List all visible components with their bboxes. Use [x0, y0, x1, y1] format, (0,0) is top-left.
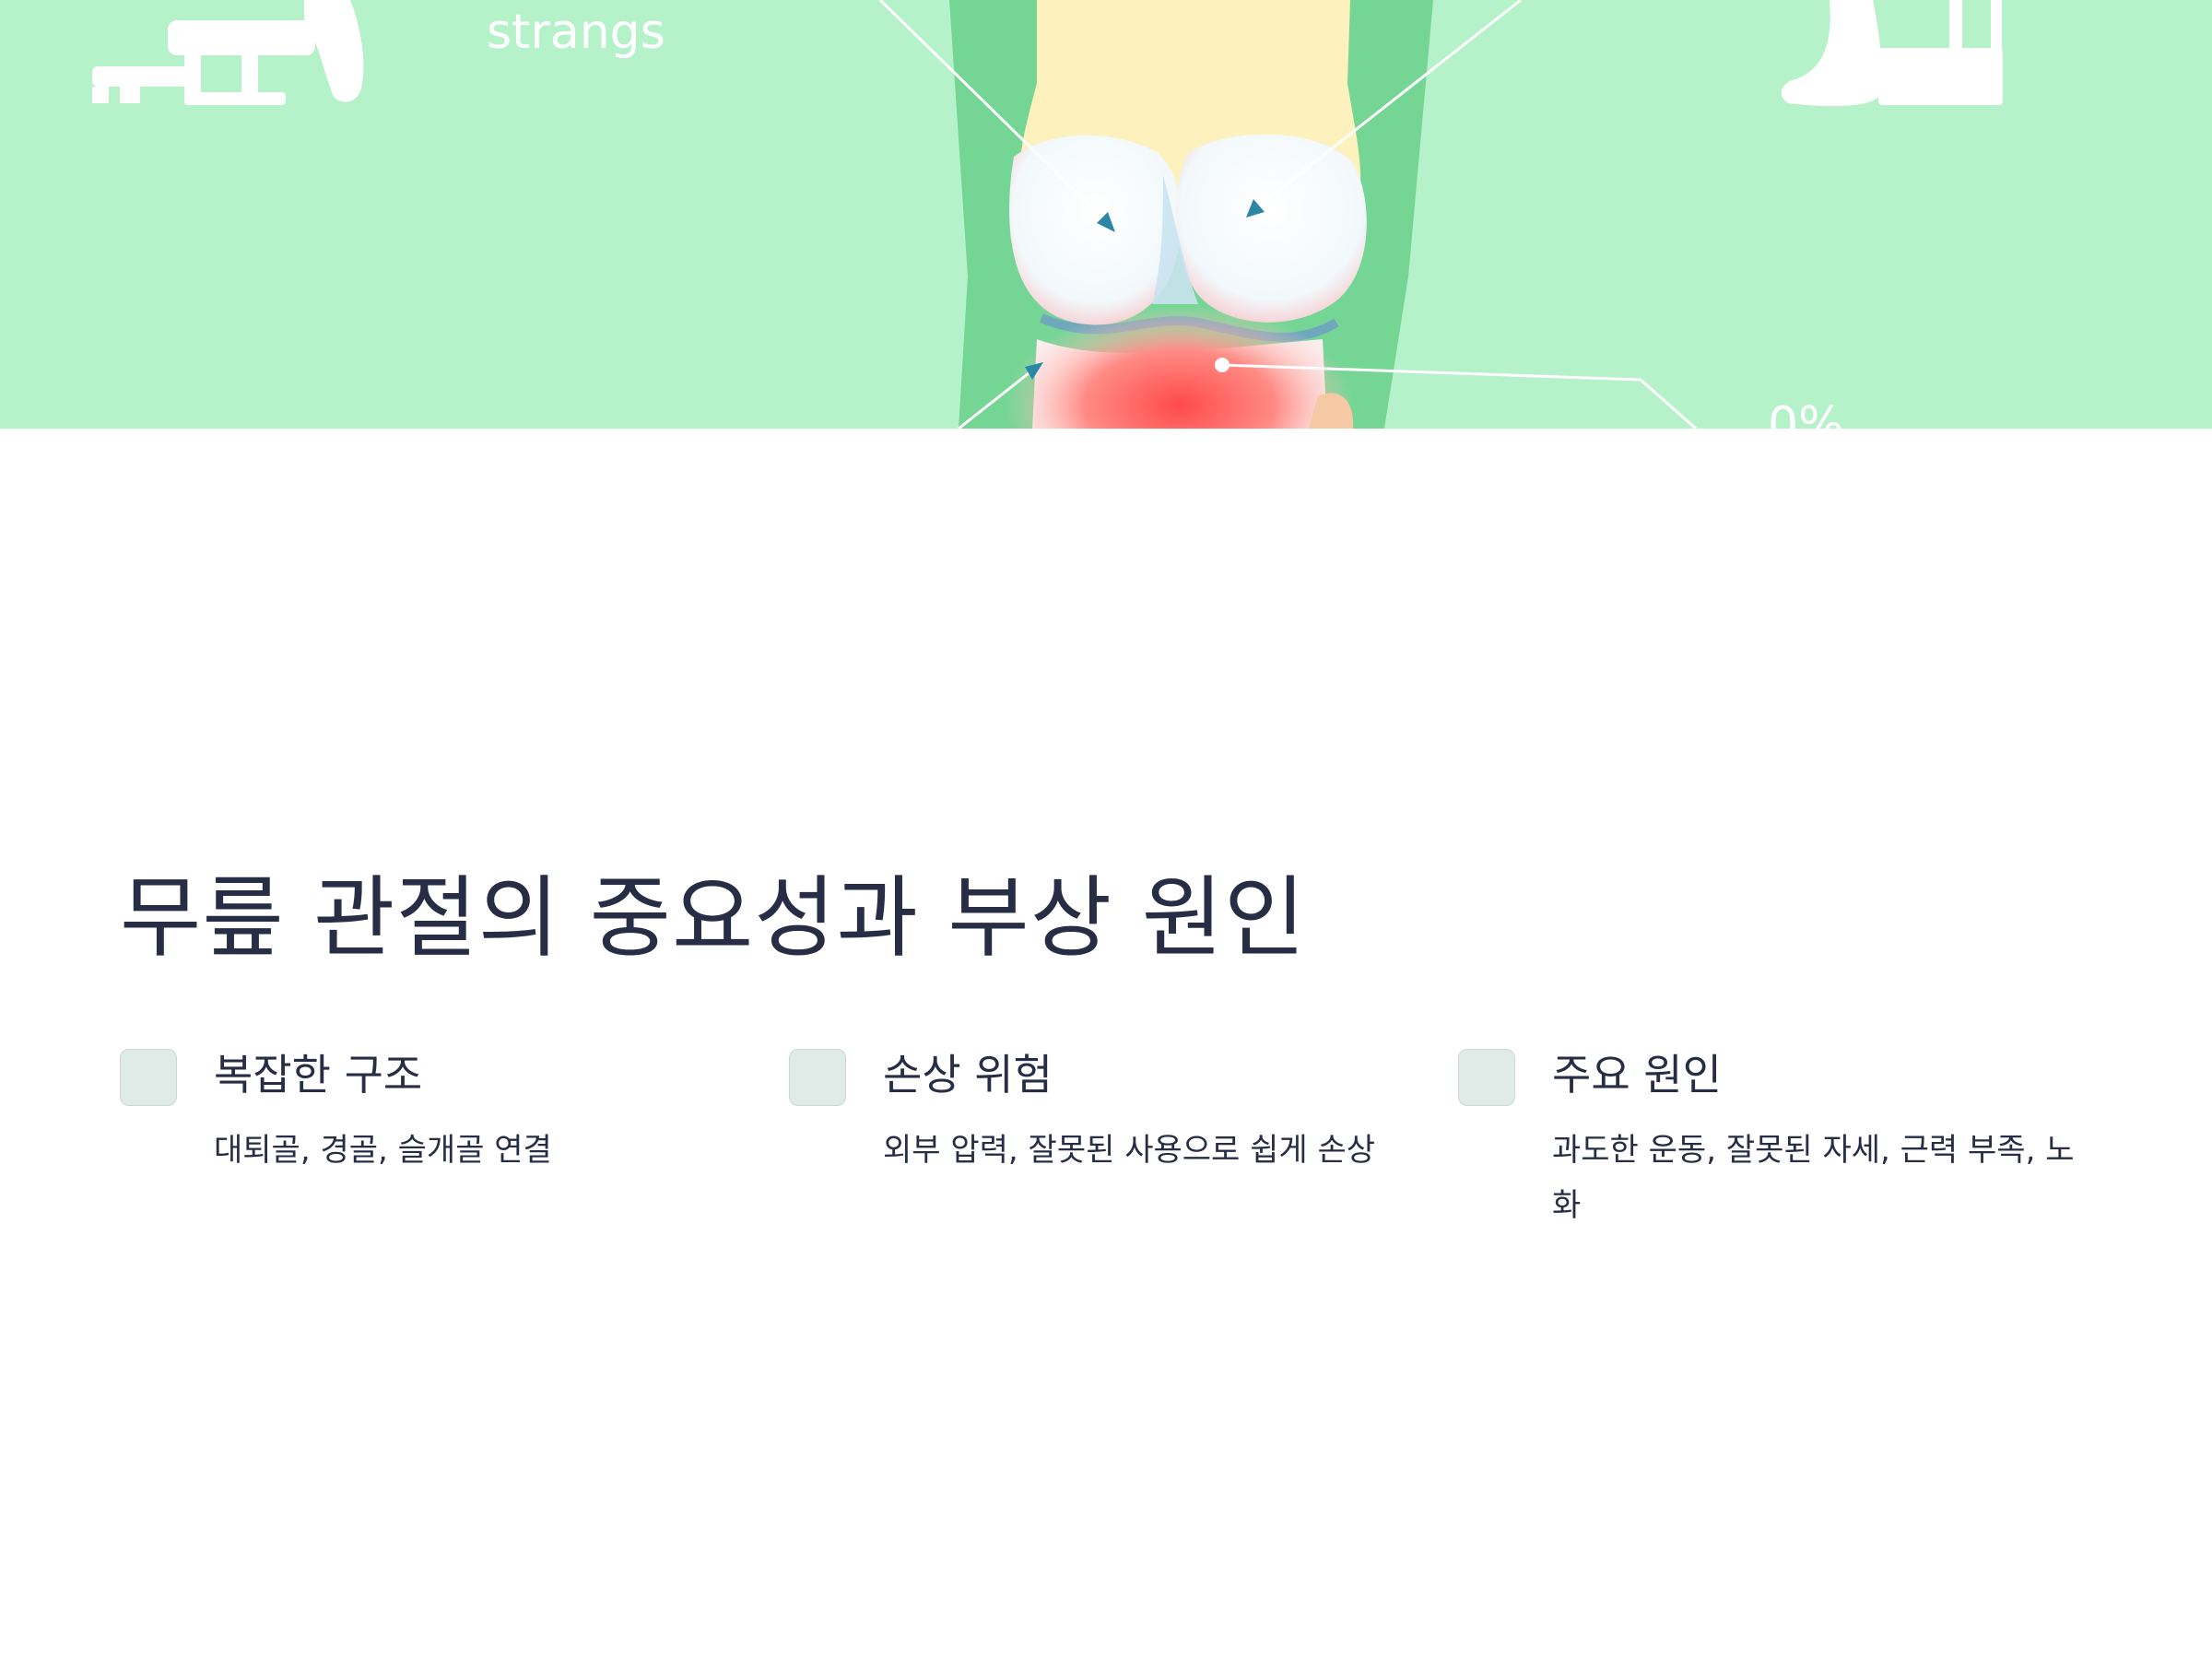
placeholder-square-icon: [789, 1049, 846, 1106]
feature-title: 손상 위험: [883, 1050, 1053, 1100]
slide-page: strangs 0% 무릎 관절의 중요성과 부상 원인 복잡한 구조 대퇴골,…: [0, 0, 2212, 1659]
feature-description: 과도한 운동, 잘못된 자세, 근력 부족, 노화: [1552, 1132, 2075, 1224]
page-title: 무릎 관절의 중요성과 부상 원인: [120, 866, 1307, 970]
feature-title: 복잡한 구조: [214, 1050, 423, 1100]
placeholder-square-icon: [120, 1049, 177, 1106]
knee-illustration: strangs 0%: [0, 0, 2212, 429]
hero-text-percent: 0%: [1768, 397, 1844, 429]
feature-description: 외부 압력, 잘못된 사용으로 쉽게 손상: [883, 1132, 1376, 1169]
hero-text-strangs: strangs: [487, 5, 665, 60]
feature-description: 대퇴골, 경골, 슬개골 연결: [214, 1132, 552, 1169]
knee-anatomy-image: strangs 0%: [0, 0, 2212, 429]
placeholder-square-icon: [1458, 1049, 1515, 1106]
feature-title: 주요 원인: [1552, 1050, 1722, 1100]
